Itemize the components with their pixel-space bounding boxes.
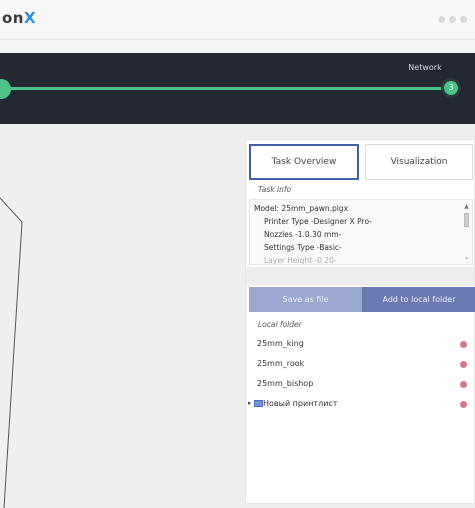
- folder-item-name: 25mm_king: [257, 339, 304, 348]
- step-indicator-network[interactable]: 3: [441, 78, 461, 98]
- close-button[interactable]: [460, 16, 467, 23]
- list-item[interactable]: 25mm_rook: [249, 354, 473, 374]
- tab-task-overview[interactable]: Task Overview: [249, 144, 359, 180]
- local-folder-list: 25mm_king 25mm_rook 25mm_bishop ▸ Новый …: [248, 334, 473, 414]
- info-model: Model: 25mm_pawn.plgx: [254, 204, 349, 213]
- info-layer-height: Layer Height -0.20-: [264, 256, 337, 265]
- scroll-thumb[interactable]: [464, 213, 469, 227]
- panel-tabs: Task Overview Visualization: [249, 144, 473, 180]
- expand-arrow-icon[interactable]: ▸: [248, 399, 252, 407]
- maximize-button[interactable]: [449, 16, 456, 23]
- task-info-heading: Task info: [258, 185, 292, 194]
- scroll-down-icon[interactable]: ⌄: [463, 253, 470, 261]
- folder-item-name: 25mm_rook: [257, 359, 305, 368]
- logo-text: on: [2, 9, 24, 27]
- delete-icon[interactable]: [460, 361, 467, 368]
- app-window: onX Network 3 Task Overview Visualizatio…: [0, 0, 475, 508]
- list-item[interactable]: 25mm_bishop: [249, 374, 473, 394]
- print-volume-frame: [0, 197, 23, 508]
- delete-icon[interactable]: [460, 401, 467, 408]
- local-folder-heading: Local folder: [258, 320, 302, 329]
- window-controls: [438, 16, 467, 23]
- delete-icon[interactable]: [460, 341, 467, 348]
- progress-track: [0, 87, 452, 90]
- logo-mark: X: [23, 9, 37, 27]
- step-label-network: Network: [408, 63, 442, 72]
- task-info-box[interactable]: Model: 25mm_pawn.plgx Printer Type -Desi…: [249, 199, 473, 265]
- info-nozzles: Nozzles -1.0.30 mm-: [264, 230, 342, 239]
- tab-visualization[interactable]: Visualization: [365, 144, 473, 180]
- title-bar: onX: [0, 0, 475, 40]
- minimize-button[interactable]: [438, 16, 445, 23]
- add-to-local-folder-button[interactable]: Add to local folder: [362, 287, 475, 312]
- info-settings-type: Settings Type -Basic-: [264, 243, 342, 252]
- task-panel: Task Overview Visualization Task info Mo…: [245, 139, 475, 504]
- folder-item-name: Новый принтлист: [263, 399, 338, 408]
- save-as-file-button[interactable]: Save as file: [249, 287, 362, 312]
- delete-icon[interactable]: [460, 381, 467, 388]
- app-logo: onX: [2, 9, 36, 27]
- info-printer-type: Printer Type -Designer X Pro-: [264, 217, 372, 226]
- info-scrollbar[interactable]: ▲ ⌄: [463, 204, 470, 262]
- export-button-row: Save as file Add to local folder: [249, 287, 475, 312]
- scroll-up-icon[interactable]: ▲: [463, 204, 470, 210]
- list-item[interactable]: ▸ Новый принтлист: [248, 394, 473, 414]
- list-item[interactable]: 25mm_king: [249, 334, 473, 354]
- folder-icon: [254, 400, 263, 407]
- panel-divider: [246, 267, 474, 286]
- folder-item-name: 25mm_bishop: [257, 379, 314, 388]
